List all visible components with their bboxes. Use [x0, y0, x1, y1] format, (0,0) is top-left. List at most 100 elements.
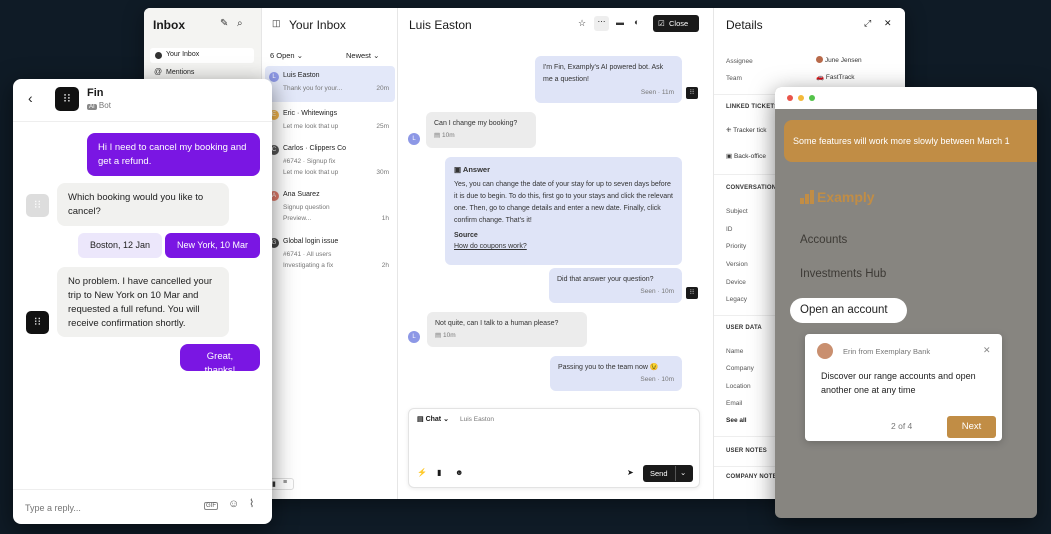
bookmark-icon[interactable]: ▮: [437, 469, 441, 477]
next-button[interactable]: Next: [947, 416, 996, 438]
fin-glyph: ⁝⁝: [34, 199, 41, 211]
list-view-icon[interactable]: ≡: [283, 479, 287, 486]
window-close-icon[interactable]: [787, 95, 793, 101]
emoji-icon[interactable]: ☻: [455, 469, 463, 477]
list-item-preview-2: Investigating a fix: [283, 262, 334, 269]
close-check-icon: ☑: [658, 19, 665, 28]
open-filter[interactable]: 6 Open ⌄: [270, 51, 303, 60]
bot-message: Did that answer your question? Seen · 10…: [549, 268, 682, 303]
snooze-icon[interactable]: ◐: [634, 18, 639, 27]
list-title: Your Inbox: [289, 18, 346, 32]
booking-option-boston[interactable]: Boston, 12 Jan: [78, 233, 162, 258]
channel-selector[interactable]: ▤ Chat ⌄: [417, 415, 449, 423]
fin-subtitle: AI Bot: [87, 101, 111, 110]
close-button[interactable]: ☑ Close: [653, 15, 699, 32]
split-view-icon[interactable]: ▮: [272, 480, 276, 488]
nav-item-label: Mentions: [166, 69, 195, 76]
list-item[interactable]: A Ana Suarez Signup question Preview... …: [265, 189, 395, 231]
window-maximize-icon[interactable]: [809, 95, 815, 101]
fin-messenger: ‹ ⁝⁝ Fin AI Bot Hi I need to cancel my b…: [13, 79, 272, 524]
list-item-name: Carlos · Clippers Co: [283, 145, 347, 152]
details-title: Details: [726, 18, 763, 32]
field-version: Version: [726, 261, 748, 268]
star-icon[interactable]: ☆: [578, 19, 586, 28]
list-item[interactable]: C Carlos · Clippers Co #6742 · Signup fi…: [265, 143, 395, 185]
avatar: [155, 52, 162, 59]
linked-tickets-title: LINKED TICKETS: [726, 104, 779, 110]
nav-accounts[interactable]: Accounts: [800, 234, 847, 246]
conversation-panel: Luis Easton ☆ ⋯ ▬ ◐ ☑ Close I'm Fin, Exa…: [398, 8, 713, 499]
chevron-down-icon: ⌄: [296, 51, 303, 60]
tooltip-card: Erin from Exemplary Bank ✕ Discover our …: [805, 334, 1002, 441]
composer[interactable]: ▤ Chat ⌄ Luis Easton ⚡ ▮ ☻ ➤ Send ⌄: [408, 408, 700, 488]
lightning-icon[interactable]: ⚡: [417, 469, 427, 477]
nav-open-an-account[interactable]: Open an account: [790, 298, 907, 323]
team-value[interactable]: 🚗 FastTrack: [816, 73, 855, 81]
avatar: L: [269, 72, 279, 82]
team-label: Team: [726, 75, 742, 82]
list-item-preview: Let me look that up: [283, 123, 339, 130]
gif-icon[interactable]: GIF: [204, 502, 218, 510]
ticket-icon[interactable]: ▬: [616, 19, 624, 27]
chat-icon: ▤: [417, 416, 424, 423]
list-item[interactable]: G Global login issue #6741 · All users I…: [265, 236, 395, 278]
chevron-down-icon: ⌄: [373, 51, 380, 60]
nav-item-your-inbox[interactable]: Your Inbox: [150, 48, 254, 63]
compose-icon[interactable]: ✎: [220, 19, 228, 29]
examply-logo: [800, 190, 814, 209]
at-icon: @: [154, 67, 163, 76]
user-notes-title: USER NOTES: [726, 448, 768, 454]
fin-avatar-icon: ⁝⁝: [686, 287, 698, 299]
attachment-icon[interactable]: ⌇: [249, 499, 254, 510]
see-all-link[interactable]: See all: [726, 417, 747, 424]
send-button[interactable]: Send ⌄: [643, 465, 693, 482]
linked-ticket-2[interactable]: ▣ Back-office: [726, 152, 766, 160]
ai-badge: AI: [87, 104, 97, 110]
tip-sender: Erin from Exemplary Bank: [843, 347, 931, 356]
panel-icon[interactable]: ◫: [272, 19, 281, 28]
fin-logo-icon: ⁝⁝: [55, 87, 79, 111]
channel-icon: ▤: [435, 332, 442, 339]
field-company: Company: [726, 365, 754, 372]
answer-text: Yes, you can change the date of your sta…: [454, 181, 673, 224]
avatar: L: [408, 133, 420, 145]
nav-investments-hub[interactable]: Investments Hub: [800, 268, 886, 280]
field-priority: Priority: [726, 243, 747, 250]
reply-input[interactable]: [25, 499, 195, 517]
avatar: [817, 343, 833, 359]
message-meta: 10m: [442, 332, 456, 339]
emoji-icon[interactable]: ☺: [228, 499, 239, 510]
list-item-name: Luis Easton: [283, 72, 320, 79]
sort-dropdown[interactable]: Newest ⌄: [346, 51, 379, 60]
send-arrow-icon[interactable]: ➤: [627, 469, 634, 477]
message-text: Did that answer your question?: [557, 276, 654, 283]
assignee-value[interactable]: June Jensen: [816, 56, 862, 64]
answer-card: ▣ Answer Yes, you can change the date of…: [445, 157, 682, 265]
search-icon[interactable]: ⌕: [237, 19, 243, 29]
chevron-down-icon[interactable]: ⌄: [680, 468, 686, 477]
list-item-preview: Thank you for your...: [283, 85, 343, 92]
user-message: Hi I need to cancel my booking and get a…: [87, 133, 260, 176]
list-item[interactable]: L Luis Easton Thank you for your... 20m: [265, 66, 395, 102]
message-meta: Seen · 10m: [640, 288, 674, 295]
more-icon[interactable]: ⋯: [594, 16, 609, 31]
booking-option-new-york[interactable]: New York, 10 Mar: [165, 233, 260, 258]
message-text: Can I change my booking?: [434, 120, 518, 127]
expand-icon[interactable]: ⤢: [864, 19, 871, 28]
list-item-preview: #6742 · Signup fix: [283, 158, 336, 165]
back-icon[interactable]: ‹: [28, 91, 33, 105]
close-icon[interactable]: ✕: [983, 346, 991, 355]
close-icon[interactable]: ✕: [884, 19, 892, 28]
assignee-name: June Jensen: [824, 57, 862, 64]
message-text: I'm Fin, Examply's AI powered bot. Ask m…: [543, 64, 664, 83]
list-item-time: 1h: [381, 215, 389, 222]
source-label: Source: [454, 232, 478, 239]
list-item-preview: Signup question: [283, 204, 330, 211]
message-meta: Seen · 10m: [640, 376, 674, 383]
channel-icon: ▤: [434, 132, 441, 139]
linked-ticket-1[interactable]: ⁜ Tracker tick: [726, 126, 767, 134]
channel-label: Chat: [425, 416, 442, 423]
window-minimize-icon[interactable]: [798, 95, 804, 101]
source-link[interactable]: How do coupons work?: [454, 242, 673, 252]
bot-message: I'm Fin, Examply's AI powered bot. Ask m…: [535, 56, 682, 103]
